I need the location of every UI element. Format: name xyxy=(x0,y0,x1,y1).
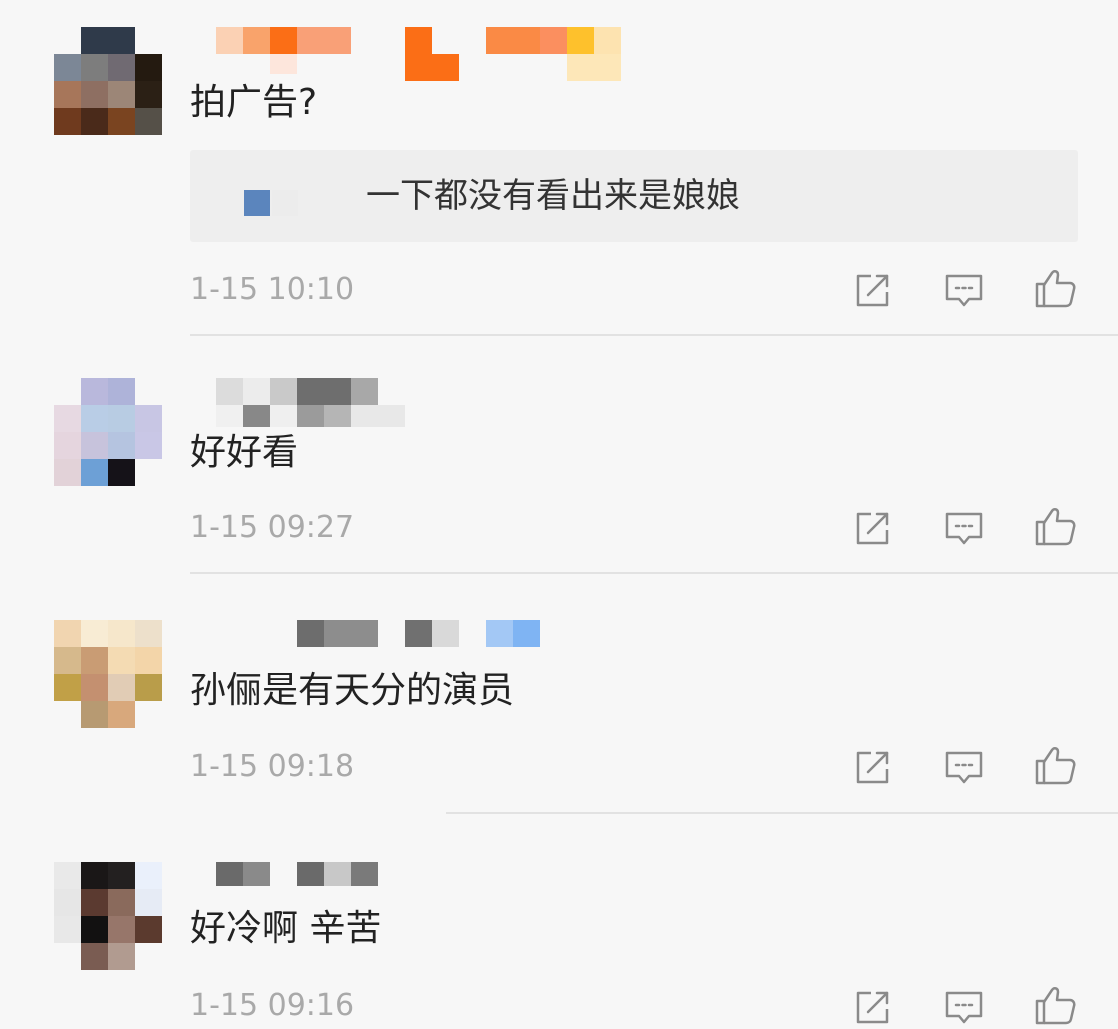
share-icon xyxy=(856,512,889,545)
thumbs-up-icon xyxy=(1035,270,1076,308)
like-button[interactable] xyxy=(1033,266,1077,310)
share-button[interactable] xyxy=(851,268,895,312)
comment-icon xyxy=(945,991,983,1024)
avatar[interactable] xyxy=(54,620,162,728)
quoted-reply[interactable]: 一下都没有看出来是娘娘 xyxy=(190,150,1078,242)
thumbs-up-icon xyxy=(1035,987,1076,1025)
share-button[interactable] xyxy=(851,745,895,789)
comment-icon xyxy=(945,751,983,784)
timestamp: 1-15 09:16 xyxy=(190,988,355,1023)
like-button[interactable] xyxy=(1033,743,1077,787)
thumbs-up-icon xyxy=(1035,508,1076,546)
comment-item: 孙俪是有天分的演员 1-15 09:18 xyxy=(0,574,1118,814)
comment-text: 好好看 xyxy=(190,432,299,473)
avatar[interactable] xyxy=(54,27,162,135)
reply-button[interactable] xyxy=(942,985,986,1029)
comment-text: 好冷啊 辛苦 xyxy=(190,908,382,949)
share-icon xyxy=(856,991,889,1024)
thumbs-up-icon xyxy=(1035,747,1076,785)
comment-item: 好好看 1-15 09:27 xyxy=(0,336,1118,574)
like-button[interactable] xyxy=(1033,983,1077,1027)
timestamp: 1-15 09:18 xyxy=(190,749,355,784)
comment-text: 孙俪是有天分的演员 xyxy=(190,670,515,711)
reply-button[interactable] xyxy=(942,506,986,550)
avatar[interactable] xyxy=(54,378,162,486)
username-pixelated[interactable] xyxy=(216,27,626,81)
comment-icon xyxy=(945,274,983,307)
share-icon xyxy=(856,751,889,784)
comment-item: 拍广告? 一下都没有看出来是娘娘 1-15 10:10 xyxy=(0,0,1118,336)
comment-icon xyxy=(945,512,983,545)
timestamp: 1-15 10:10 xyxy=(190,272,355,307)
like-button[interactable] xyxy=(1033,504,1077,548)
quoted-username-pixelated xyxy=(244,190,270,216)
reply-button[interactable] xyxy=(942,745,986,789)
comment-item: 好冷啊 辛苦 1-15 09:16 xyxy=(0,814,1118,1027)
username-pixelated[interactable] xyxy=(216,620,546,674)
avatar[interactable] xyxy=(54,862,162,970)
reply-button[interactable] xyxy=(942,268,986,312)
share-button[interactable] xyxy=(851,985,895,1029)
share-icon xyxy=(856,274,889,307)
timestamp: 1-15 09:27 xyxy=(190,510,355,545)
quoted-text: 一下都没有看出来是娘娘 xyxy=(366,176,740,216)
share-button[interactable] xyxy=(851,506,895,550)
username-pixelated[interactable] xyxy=(216,378,416,432)
comment-text: 拍广告? xyxy=(190,82,318,123)
